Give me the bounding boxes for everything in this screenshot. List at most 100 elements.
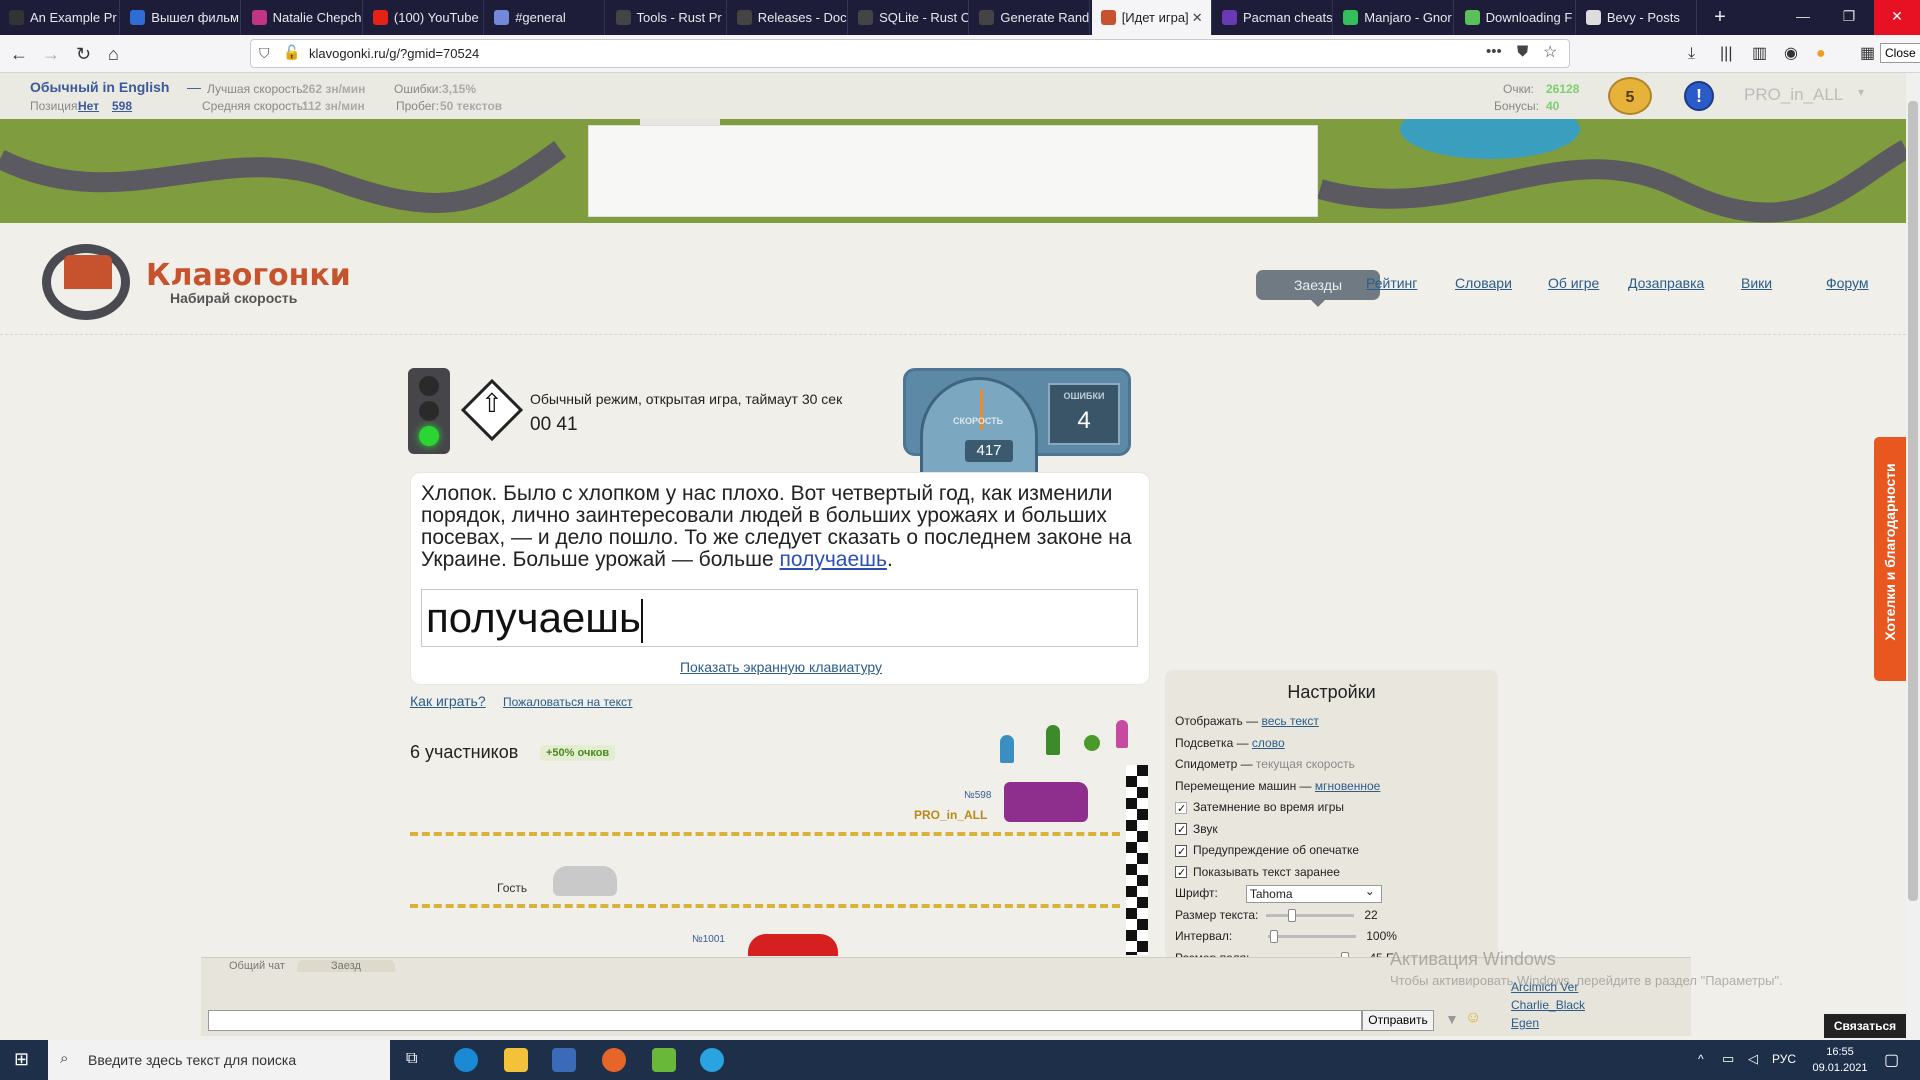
network-icon[interactable]: ▭ (1722, 1051, 1734, 1067)
menu-item-forum[interactable]: Форум (1826, 275, 1869, 291)
account-icon[interactable]: ◉ (1784, 43, 1798, 65)
browser-tab[interactable]: (100) YouTube (364, 0, 484, 35)
send-button[interactable]: Отправить (1362, 1010, 1434, 1031)
browser-tab[interactable]: Bevy - Posts (1577, 0, 1697, 35)
pocket-icon[interactable]: ⛊ (1517, 43, 1528, 60)
menu-item-races[interactable]: Заезды (1256, 270, 1380, 307)
setting-highlight-value[interactable]: слово (1252, 736, 1285, 750)
browser-tab[interactable]: Pacman cheats (1213, 0, 1333, 35)
contact-button[interactable]: Связаться (1824, 1014, 1906, 1038)
library-icon[interactable]: ||| (1720, 43, 1732, 65)
dim-checkbox[interactable] (1175, 799, 1187, 820)
browser-tab[interactable]: Releases - Doc (728, 0, 848, 35)
setting-dim[interactable]: Затемнение во время игры (1175, 797, 1488, 820)
telegram-icon[interactable] (700, 1048, 724, 1072)
browser-tab[interactable]: An Example Pr (0, 0, 120, 35)
setting-typo[interactable]: Предупреждение об опечатке (1175, 840, 1488, 863)
edge-icon[interactable] (454, 1048, 478, 1072)
taskbar-clock[interactable]: 16:55 09.01.2021 (1810, 1044, 1870, 1076)
notification-icon[interactable]: ▢ (1884, 1050, 1899, 1070)
reload-icon[interactable]: ↻ (76, 43, 91, 65)
setting-car-move-value[interactable]: мгновенное (1315, 779, 1380, 793)
level-badge[interactable]: 5 (1608, 77, 1652, 115)
chat-user[interactable]: Egen (1511, 1014, 1585, 1032)
feedback-tab[interactable]: Хотелки и благодарности (1874, 437, 1906, 681)
menu-item-vocabularies[interactable]: Словари (1455, 275, 1512, 291)
new-tab-button[interactable]: + (1700, 0, 1740, 35)
url-text[interactable]: klavogonki.ru/g/?gmid=70524 (309, 46, 479, 61)
menu-item-rating[interactable]: Рейтинг (1366, 275, 1417, 291)
store-icon[interactable] (552, 1048, 576, 1072)
browser-tab[interactable]: Tools - Rust Pr (607, 0, 727, 35)
report-text-link[interactable]: Пожаловаться на текст (503, 695, 632, 709)
typing-input[interactable]: получаешь (421, 589, 1138, 647)
preview-checkbox[interactable] (1175, 863, 1187, 885)
firefox-icon[interactable] (602, 1048, 626, 1072)
sound-checkbox[interactable] (1175, 820, 1187, 842)
textsize-slider-knob[interactable] (1288, 908, 1297, 922)
ad-placeholder[interactable] (588, 125, 1318, 217)
setting-sound[interactable]: Звук (1175, 819, 1488, 842)
browser-tab[interactable]: Generate Rand (970, 0, 1091, 35)
shield-icon[interactable]: ⛉ (259, 45, 270, 62)
chat-tab-race[interactable]: Заезд (297, 960, 395, 972)
page-scrollbar[interactable] (1906, 73, 1920, 1040)
file-explorer-icon[interactable] (504, 1048, 528, 1072)
position-value2[interactable]: 598 (112, 99, 132, 113)
chat-input[interactable] (208, 1010, 1362, 1031)
app-cube-icon[interactable] (652, 1048, 676, 1072)
browser-tab[interactable]: Natalie Chepch (243, 0, 363, 35)
browser-tab[interactable]: #general (485, 0, 606, 35)
how-to-play-link[interactable]: Как играть? (410, 693, 486, 709)
racer-name[interactable]: PRO_in_ALL (914, 808, 987, 822)
user-menu-chevron-icon[interactable]: ▾ (1858, 85, 1864, 99)
interval-slider[interactable] (1268, 930, 1357, 944)
position-value1[interactable]: Нет (78, 99, 99, 113)
mode-title[interactable]: Обычный in English (30, 79, 169, 95)
windows-start-icon[interactable]: ⊞ (14, 1049, 29, 1070)
chat-user[interactable]: Charlie_Black (1511, 996, 1585, 1014)
insecure-lock-icon[interactable]: 🔓 (283, 44, 300, 61)
chat-tab-general[interactable]: Общий чат (229, 960, 285, 972)
download-icon[interactable]: ⤓ (1688, 43, 1695, 65)
tray-chevron-icon[interactable]: ^ (1698, 1052, 1704, 1066)
forward-icon[interactable]: → (42, 43, 60, 65)
show-keyboard-link[interactable]: Показать экранную клавиатуру (411, 659, 1151, 675)
interval-slider-knob[interactable] (1270, 930, 1279, 944)
username[interactable]: PRO_in_ALL (1744, 85, 1843, 105)
alert-icon[interactable]: ! (1684, 81, 1714, 111)
scrollbar-thumb[interactable] (1908, 101, 1918, 901)
home-icon[interactable]: ⌂ (108, 43, 119, 65)
setting-preview[interactable]: Показывать текст заранее (1175, 862, 1488, 885)
typo-checkbox[interactable] (1175, 842, 1187, 863)
setting-show-value[interactable]: весь текст (1261, 714, 1318, 728)
restore-icon[interactable]: ❐ (1826, 0, 1872, 35)
extensions-grid-icon[interactable]: ▦ (1860, 43, 1875, 65)
tab-close-icon[interactable]: ✕ (1192, 0, 1203, 35)
browser-tab[interactable]: Manjaro - Gnor (1334, 0, 1455, 35)
browser-tab[interactable]: Вышел фильм (121, 0, 242, 35)
textsize-slider[interactable] (1266, 908, 1355, 922)
sidebar-icon[interactable]: ▥ (1752, 43, 1767, 65)
taskbar-search[interactable]: ⌕ Введите здесь текст для поиска (48, 1040, 390, 1080)
input-language[interactable]: РУС (1772, 1052, 1796, 1066)
filter-icon[interactable]: ▼ (1445, 1011, 1459, 1027)
menu-item-wiki[interactable]: Вики (1741, 275, 1772, 291)
url-bar[interactable]: ⛉ 🔓 klavogonki.ru/g/?gmid=70524 ••• ⛊ ☆ (250, 39, 1570, 68)
logo-title[interactable]: Клавогонки (146, 258, 351, 293)
minimize-icon[interactable]: — (1780, 0, 1826, 35)
browser-tab[interactable]: [Идет игра] ✕ (1091, 0, 1212, 35)
volume-icon[interactable]: ◁ (1748, 1051, 1758, 1067)
menu-item-refuel[interactable]: Дозаправка (1628, 275, 1704, 291)
extension-icon[interactable]: ● (1816, 43, 1826, 65)
browser-tab[interactable]: SQLite - Rust C (849, 0, 970, 35)
bookmark-star-icon[interactable]: ☆ (1543, 42, 1557, 62)
browser-tab[interactable]: Downloading F (1456, 0, 1576, 35)
menu-item-about[interactable]: Об игре (1548, 275, 1599, 291)
task-view-icon[interactable]: ⧉ (406, 1050, 417, 1068)
close-window-icon[interactable]: ✕ (1874, 0, 1920, 35)
font-select[interactable]: Tahoma (1245, 883, 1382, 903)
back-icon[interactable]: ← (10, 43, 28, 65)
smiley-icon[interactable]: ☺ (1465, 1009, 1481, 1027)
page-actions-icon[interactable]: ••• (1486, 43, 1502, 60)
